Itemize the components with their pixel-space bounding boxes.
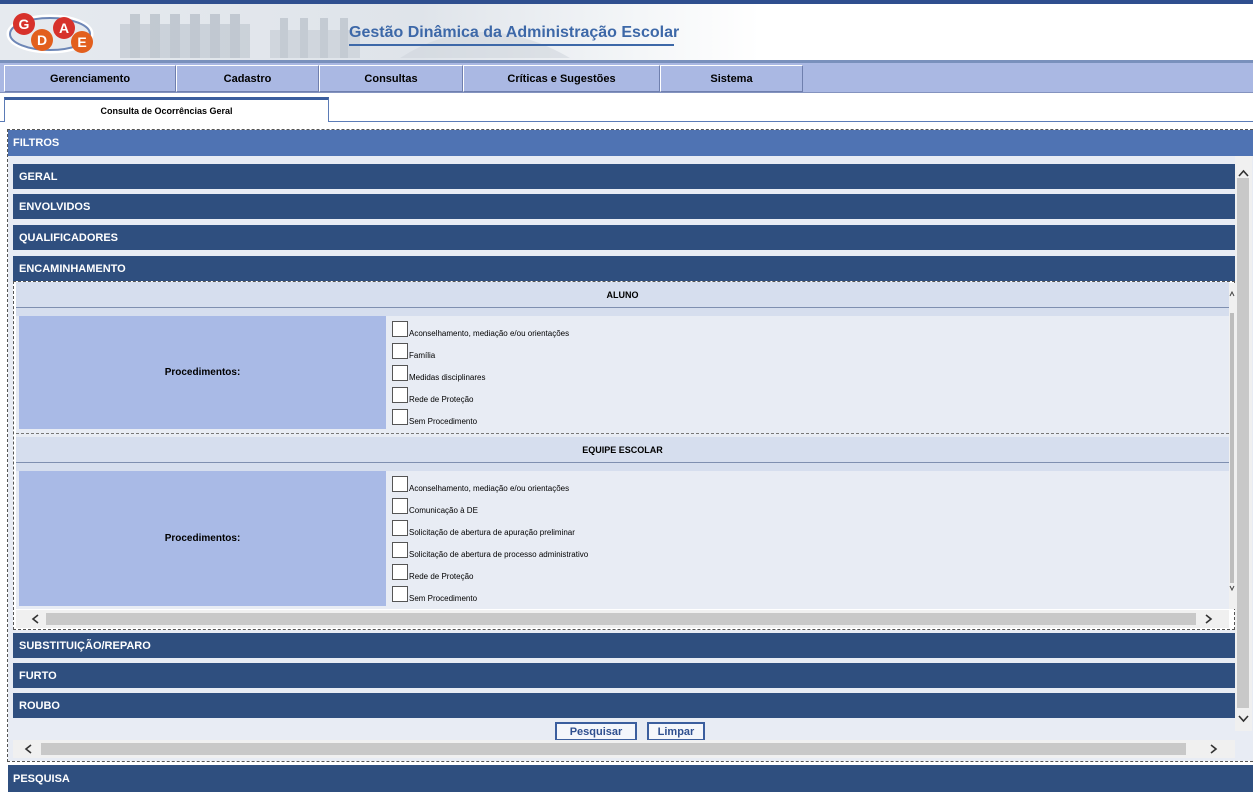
checkbox[interactable] <box>392 520 408 536</box>
option-aluno-familia[interactable]: Família <box>392 342 435 360</box>
chevron-right-icon[interactable] <box>1202 613 1214 625</box>
chevron-right-icon[interactable] <box>1207 743 1219 755</box>
logo-letter-a: A <box>59 20 69 36</box>
section-geral[interactable]: GERAL <box>13 164 1235 189</box>
option-aluno-medidas[interactable]: Medidas disciplinares <box>392 364 485 382</box>
section-encaminhamento[interactable]: ENCAMINHAMENTO <box>13 256 1235 281</box>
app-header: G D A E Gestão Dinâmica da Administração… <box>0 0 1253 60</box>
menu-criticas-sugestoes[interactable]: Críticas e Sugestões <box>463 65 660 92</box>
option-aluno-aconselhamento[interactable]: Aconselhamento, mediação e/ou orientaçõe… <box>392 320 569 338</box>
group-divider <box>16 433 1229 434</box>
section-furto[interactable]: FURTO <box>13 663 1235 688</box>
checkbox[interactable] <box>392 476 408 492</box>
clear-button[interactable]: Limpar <box>647 722 705 741</box>
pesquisa-header[interactable]: PESQUISA <box>8 765 1253 792</box>
app-title: Gestão Dinâmica da Administração Escolar <box>349 24 680 41</box>
option-equipe-sem-procedimento[interactable]: Sem Procedimento <box>392 585 477 603</box>
option-equipe-rede-protecao[interactable]: Rede de Proteção <box>392 563 474 581</box>
section-qualificadores[interactable]: QUALIFICADORES <box>13 225 1235 250</box>
filtros-vertical-scrollbar[interactable] <box>1235 156 1252 731</box>
group-spacer <box>16 308 1229 316</box>
scroll-thumb[interactable] <box>46 613 1196 625</box>
menu-cadastro[interactable]: Cadastro <box>176 65 319 92</box>
checkbox[interactable] <box>392 387 408 403</box>
procedimentos-label-equipe: Procedimentos: <box>19 471 386 606</box>
group-title-aluno: ALUNO <box>16 282 1229 308</box>
gdae-logo: G D A E <box>6 13 94 54</box>
checkbox[interactable] <box>392 542 408 558</box>
options-aluno: Aconselhamento, mediação e/ou orientaçõe… <box>386 316 1229 429</box>
section-envolvidos[interactable]: ENVOLVIDOS <box>13 194 1235 219</box>
section-roubo[interactable]: ROUBO <box>13 693 1235 718</box>
menu-sistema[interactable]: Sistema <box>660 65 803 92</box>
checkbox[interactable] <box>392 586 408 602</box>
options-equipe: Aconselhamento, mediação e/ou orientaçõe… <box>386 471 1229 606</box>
procedimentos-label-aluno: Procedimentos: <box>19 316 386 429</box>
option-aluno-rede-protecao[interactable]: Rede de Proteção <box>392 386 474 404</box>
option-equipe-apuracao-preliminar[interactable]: Solicitação de abertura de apuração prel… <box>392 519 575 537</box>
encaminhamento-horizontal-scrollbar[interactable] <box>16 610 1229 628</box>
logo-letter-e: E <box>77 34 86 50</box>
menu-consultas[interactable]: Consultas <box>319 65 463 92</box>
checkbox[interactable] <box>392 498 408 514</box>
title-underline <box>349 44 674 46</box>
chevron-down-icon[interactable] <box>1237 714 1250 724</box>
logo-letter-d: D <box>37 32 47 48</box>
main-menu: Gerenciamento Cadastro Consultas Crítica… <box>0 63 1253 93</box>
chevron-up-icon[interactable] <box>1237 168 1250 178</box>
checkbox[interactable] <box>392 564 408 580</box>
chevron-left-icon[interactable] <box>23 743 35 755</box>
logo-letter-g: G <box>19 16 30 32</box>
option-equipe-processo-administrativo[interactable]: Solicitação de abertura de processo admi… <box>392 541 588 559</box>
scroll-thumb[interactable] <box>1230 313 1234 583</box>
checkbox[interactable] <box>392 343 408 359</box>
filtros-horizontal-scrollbar[interactable] <box>13 740 1235 758</box>
tab-consulta-ocorrencias[interactable]: Consulta de Ocorrências Geral <box>4 97 329 122</box>
filtros-header[interactable]: FILTROS <box>8 130 1253 156</box>
checkbox[interactable] <box>392 409 408 425</box>
scroll-thumb[interactable] <box>1237 178 1249 708</box>
group-title-equipe: EQUIPE ESCOLAR <box>16 437 1229 463</box>
search-button[interactable]: Pesquisar <box>555 722 637 741</box>
option-equipe-comunicacao-de[interactable]: Comunicação à DE <box>392 497 478 515</box>
section-substituicao-reparo[interactable]: SUBSTITUIÇÃO/REPARO <box>13 633 1235 658</box>
option-equipe-aconselhamento[interactable]: Aconselhamento, mediação e/ou orientaçõe… <box>392 475 569 493</box>
chevron-left-icon[interactable] <box>30 613 42 625</box>
checkbox[interactable] <box>392 365 408 381</box>
scroll-thumb[interactable] <box>41 743 1186 755</box>
menu-gerenciamento[interactable]: Gerenciamento <box>4 65 176 92</box>
group-spacer <box>16 463 1229 471</box>
option-aluno-sem-procedimento[interactable]: Sem Procedimento <box>392 408 477 426</box>
checkbox[interactable] <box>392 321 408 337</box>
